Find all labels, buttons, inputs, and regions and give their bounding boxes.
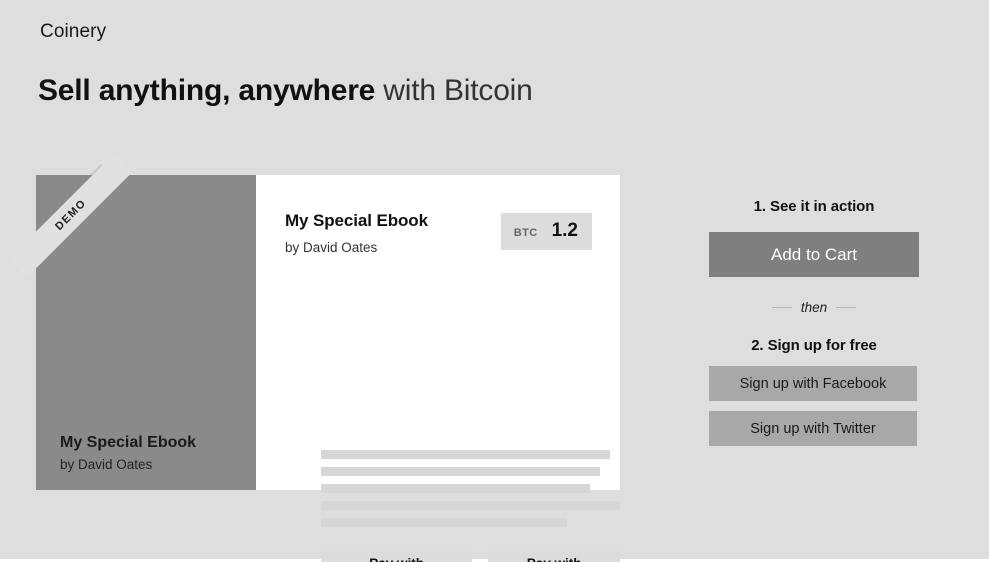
description-placeholder-bar xyxy=(321,501,620,510)
product-title: My Special Ebook xyxy=(285,211,428,230)
product-header-row: My Special Ebook by David Oates BTC 1.2 xyxy=(285,211,592,255)
signup-sidebar: 1. See it in action Add to Cart then 2. … xyxy=(709,198,919,446)
description-placeholder-bar xyxy=(321,450,610,459)
product-details: My Special Ebook by David Oates BTC 1.2 xyxy=(256,175,620,490)
thumbnail-title: My Special Ebook xyxy=(60,434,197,451)
description-placeholder-bar xyxy=(321,484,590,493)
product-card: DEMO My Special Ebook by David Oates My … xyxy=(8,152,620,562)
product-author: by David Oates xyxy=(285,240,378,255)
price-value: 1.2 xyxy=(551,220,578,241)
price-badge: BTC 1.2 xyxy=(500,213,592,250)
payment-buttons: Pay with Coinbase Pay with Wallet xyxy=(321,551,620,562)
page-root: Coinery Sell anything, anywhere with Bit… xyxy=(0,0,989,562)
description-placeholder-bar xyxy=(321,518,567,527)
demo-ribbon: DEMO xyxy=(8,152,134,278)
thumbnail-author: by David Oates xyxy=(60,457,153,472)
product-title-block: My Special Ebook by David Oates xyxy=(285,211,428,255)
thumbnail-caption: My Special Ebook by David Oates xyxy=(60,434,246,472)
signup-twitter-button[interactable]: Sign up with Twitter xyxy=(709,411,917,446)
brand-logo: Coinery xyxy=(40,21,107,42)
signup-facebook-button[interactable]: Sign up with Facebook xyxy=(709,366,917,401)
step-one-title: 1. See it in action xyxy=(753,198,875,215)
divider-rule-left xyxy=(771,307,792,308)
step-two-title: 2. Sign up for free xyxy=(751,337,877,354)
product-thumbnail: DEMO My Special Ebook by David Oates xyxy=(8,152,256,490)
headline-strong: Sell anything, anywhere xyxy=(38,74,376,107)
headline-light: with Bitcoin xyxy=(375,74,533,107)
pay-with-wallet-button[interactable]: Pay with Wallet xyxy=(488,551,620,562)
page-title: Sell anything, anywhere with Bitcoin xyxy=(38,74,533,108)
divider-rule-right xyxy=(836,307,857,308)
description-placeholder-bar xyxy=(321,467,600,476)
then-label: then xyxy=(800,300,828,315)
price-currency: BTC xyxy=(513,227,538,239)
demo-ribbon-label: DEMO xyxy=(53,197,89,233)
description-placeholder xyxy=(321,450,621,535)
pay-with-coinbase-button[interactable]: Pay with Coinbase xyxy=(321,551,473,562)
add-to-cart-button[interactable]: Add to Cart xyxy=(709,232,919,277)
then-divider: then xyxy=(709,300,919,315)
